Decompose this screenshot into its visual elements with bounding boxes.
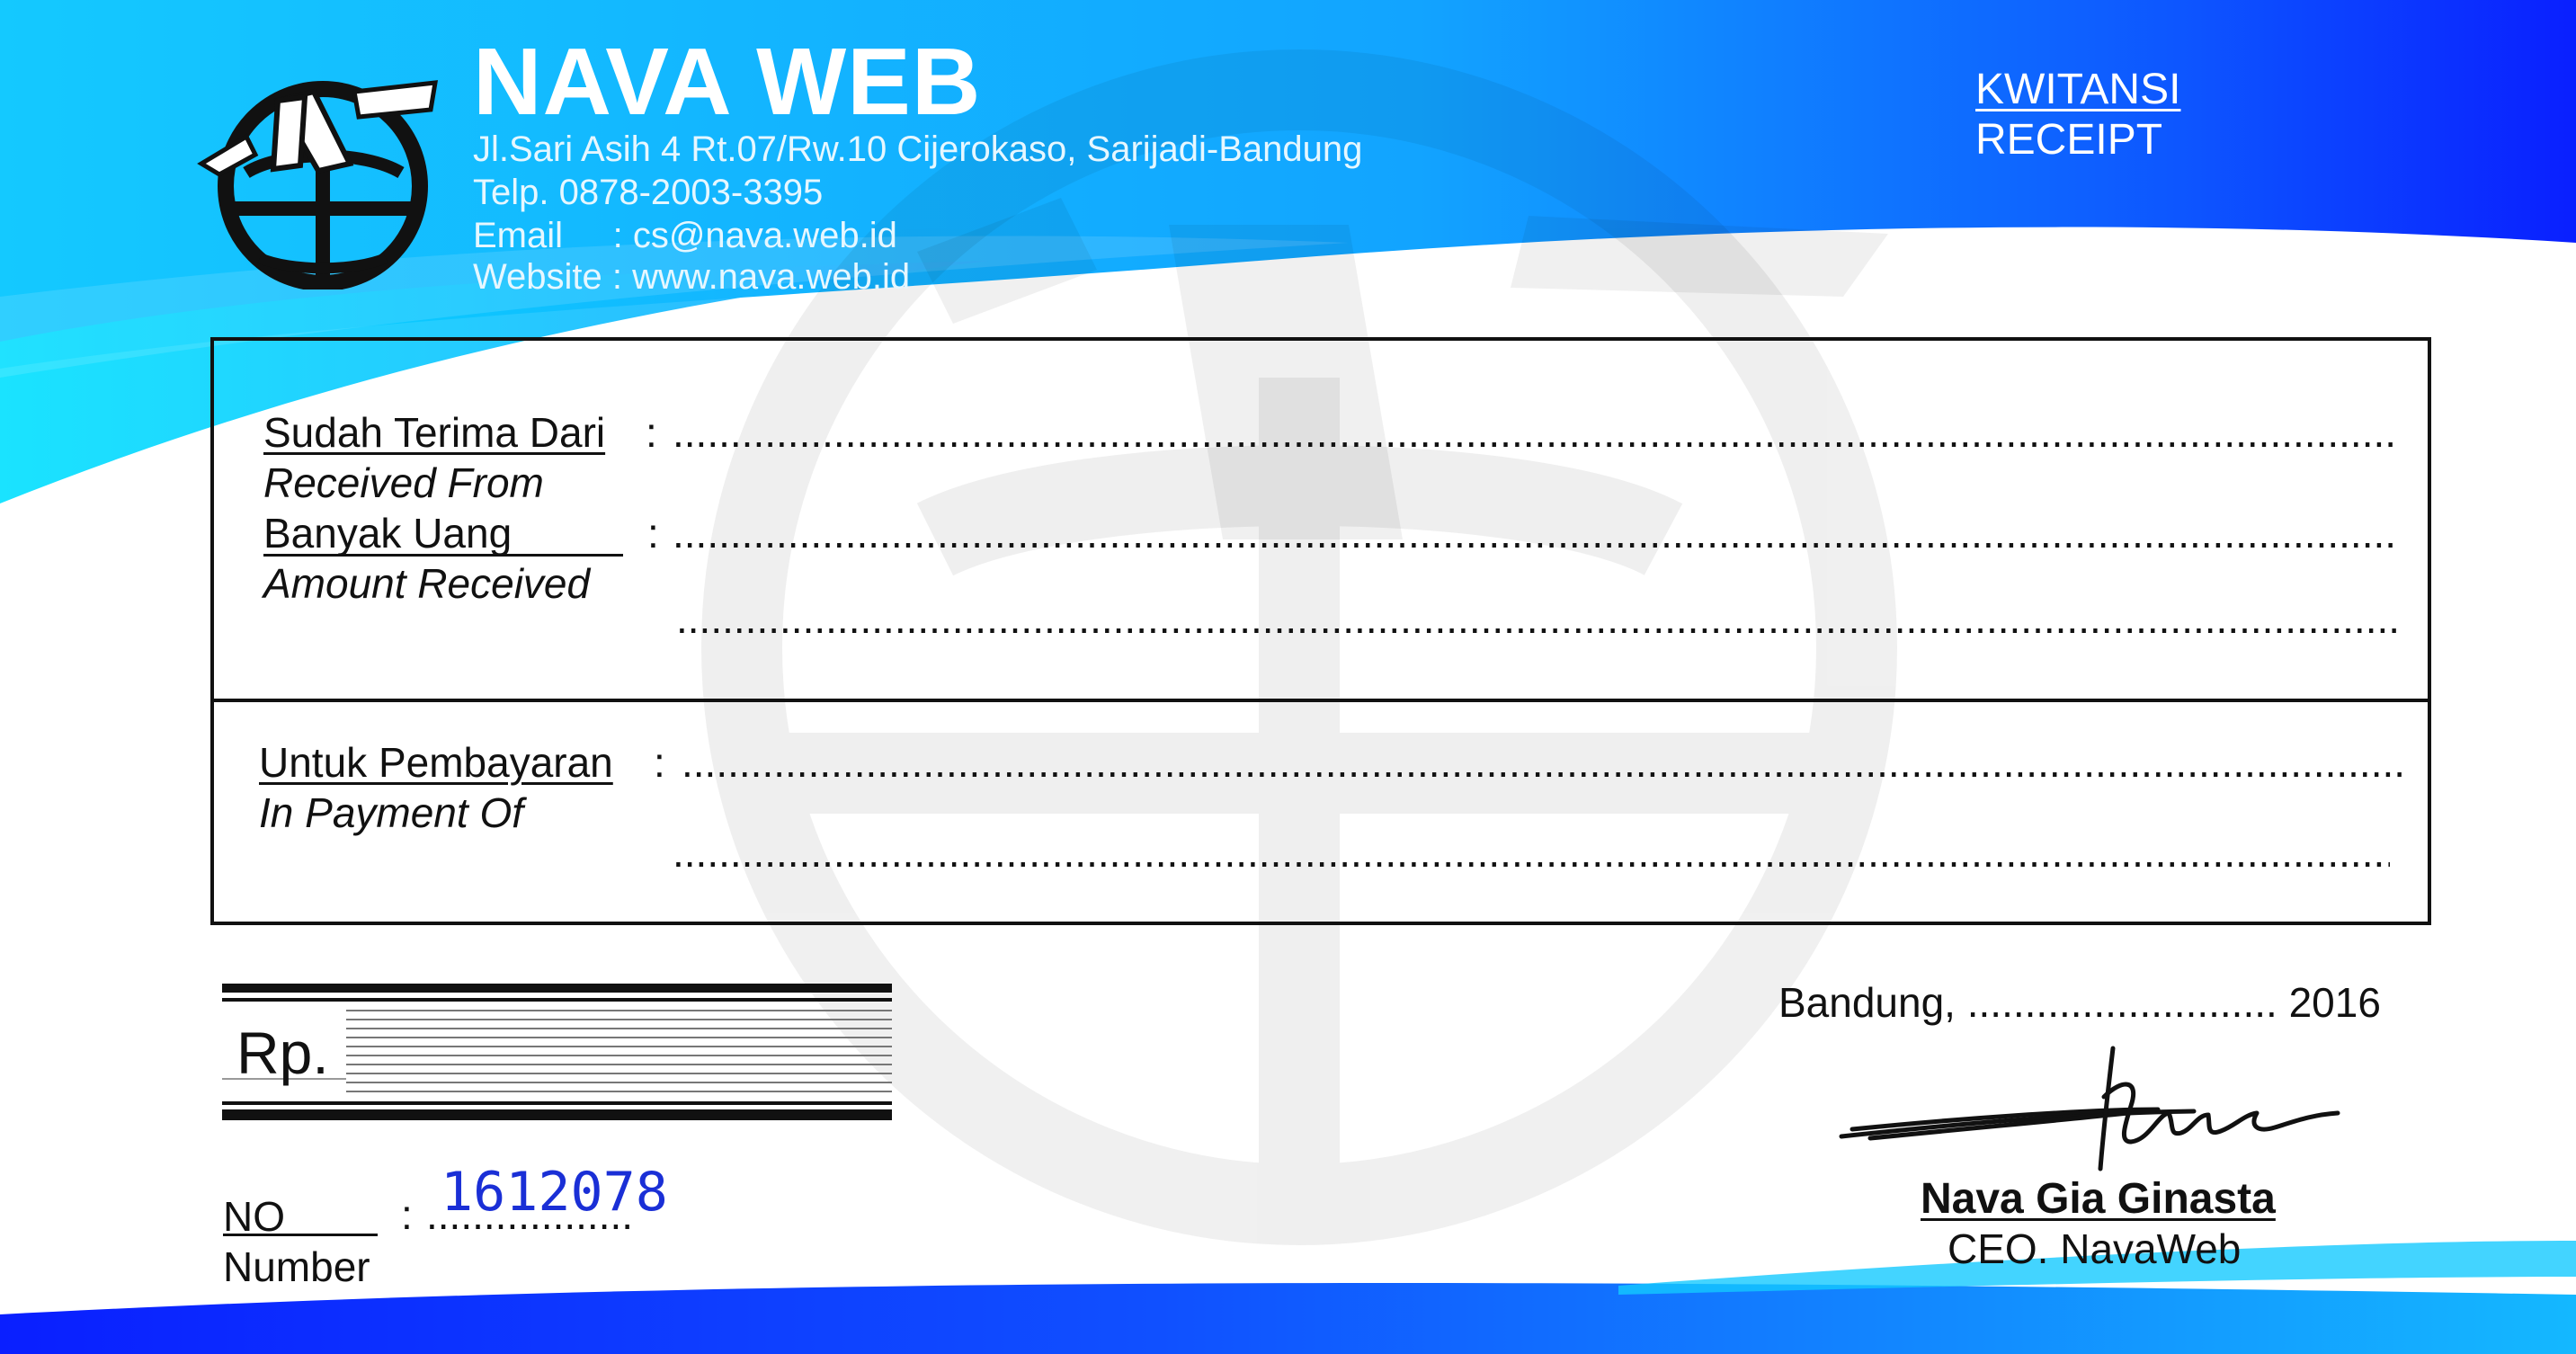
company-phone: Telp. 0878-2003-3395: [473, 173, 824, 212]
number-colon: :: [401, 1191, 413, 1238]
payment-label-en: In Payment Of: [259, 789, 524, 836]
payment-label: Untuk Pembayaran: [259, 739, 613, 786]
amount-colon: :: [647, 510, 659, 557]
company-logo: [197, 80, 439, 290]
received-from-field[interactable]: ........................................…: [673, 412, 2399, 453]
receipt-number: 1612078: [441, 1161, 668, 1224]
received-from-label: Sudah Terima Dari: [263, 409, 606, 456]
amount-label-underline: [263, 554, 623, 557]
currency-label: Rp.: [236, 1020, 329, 1086]
handwritten-signature: [1839, 1046, 2340, 1171]
signatory-title: CEO. NavaWeb: [1948, 1225, 2242, 1272]
company-name: NAVA WEB: [473, 29, 982, 135]
amount-field[interactable]: ........................................…: [673, 512, 2399, 554]
number-label-underline: [223, 1234, 378, 1236]
received-from-colon: :: [646, 409, 657, 456]
amount-figure-field[interactable]: [346, 1005, 892, 1097]
payment-field-line-2[interactable]: ........................................…: [673, 832, 2390, 873]
payment-colon: :: [654, 739, 665, 786]
place-date: Bandung, ........................... 201…: [1778, 979, 2381, 1026]
signatory-name: Nava Gia Ginasta: [1921, 1175, 2276, 1223]
company-website: Website : www.nava.web.id: [473, 257, 911, 297]
amount-field-line-2[interactable]: ........................................…: [676, 598, 2401, 639]
number-label: NO: [223, 1193, 285, 1240]
amount-label: Banyak Uang: [263, 510, 513, 557]
payment-details-box: [210, 699, 2431, 925]
document-subtitle: RECEIPT: [1975, 116, 2163, 164]
document-title: KWITANSI: [1975, 66, 2181, 113]
received-from-label-en: Received From: [263, 459, 544, 506]
payment-field[interactable]: ........................................…: [682, 742, 2408, 783]
company-email: Email : cs@nava.web.id: [473, 216, 897, 255]
company-address: Jl.Sari Asih 4 Rt.07/Rw.10 Cijerokaso, S…: [473, 129, 1363, 169]
number-label-en: Number: [223, 1243, 370, 1290]
amount-label-en: Amount Received: [263, 560, 591, 607]
